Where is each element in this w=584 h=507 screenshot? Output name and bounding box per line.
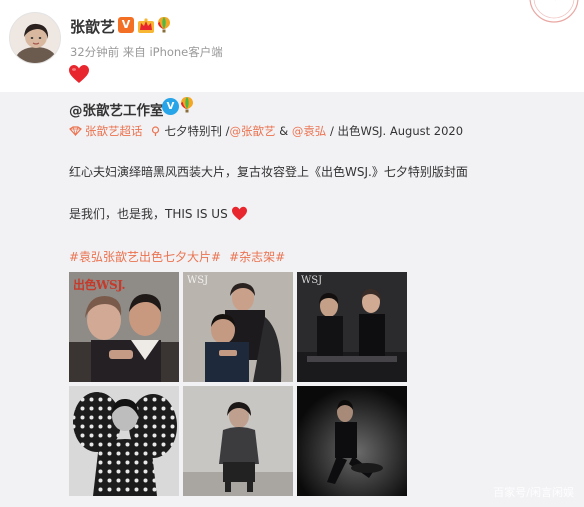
post-text-line: 红心夫妇演绎暗黑风西装大片，复古妆容登上《出色WSJ.》七夕特别版封面 (69, 165, 468, 179)
photo-thumbnail[interactable]: 出色WSJ. (69, 272, 179, 382)
photo-thumbnail[interactable] (297, 386, 407, 496)
photo-grid: 出色WSJ. WSJ WSJ (69, 272, 407, 502)
balloon-icon[interactable] (157, 16, 171, 34)
balloon-icon[interactable] (180, 96, 194, 114)
hashtag-link[interactable]: #袁弘张歆艺出色七夕大片# (69, 250, 221, 264)
verified-badge[interactable]: V (118, 17, 134, 33)
photo-thumbnail[interactable]: WSJ (183, 272, 293, 382)
mention-link[interactable]: @张歆艺 (230, 124, 276, 138)
hashtag-link[interactable]: #杂志架# (229, 250, 285, 264)
cover-title: WSJ (187, 275, 209, 286)
user-name[interactable]: 张歆艺 (70, 16, 115, 37)
post-text-line: 是我们，也是我，THIS IS US (69, 205, 248, 222)
cover-title: 出色WSJ. (73, 278, 126, 292)
magazine-issue: / 出色WSJ. August 2020 (329, 124, 464, 138)
cover-title: WSJ (301, 275, 323, 286)
post-header: 张歆艺 V 32分钟前 来自 iPhone客户端 (0, 0, 584, 92)
supertopic-icon (69, 125, 82, 137)
watermark: 百家号/闲言闲娱 (493, 486, 574, 499)
crown-icon[interactable] (137, 16, 155, 34)
heart-icon (68, 64, 90, 84)
avatar[interactable] (9, 12, 61, 64)
photo-thumbnail[interactable] (183, 386, 293, 496)
hashtag-row: #袁弘张歆艺出色七夕大片# #杂志架# (69, 248, 293, 265)
post-text: 是我们，也是我，THIS IS US (69, 207, 228, 221)
heart-icon (231, 206, 248, 221)
supertopic-link[interactable]: 张歆艺超话 (85, 124, 143, 138)
ampersand: & (279, 124, 289, 138)
mention-link[interactable]: @袁弘 (292, 124, 327, 138)
topic-line: 张歆艺超话 七夕特别刊 /@张歆艺 & @袁弘 / 出色WSJ. August … (69, 123, 463, 139)
repost-panel[interactable]: @张歆艺工作室 V 张歆艺超话 七夕特别刊 /@张歆艺 & @袁弘 / 出色WS… (0, 92, 584, 507)
issue-label: 七夕特别刊 (164, 124, 223, 138)
source-account-name[interactable]: @张歆艺工作室 (69, 99, 164, 119)
pin-icon (149, 125, 162, 136)
photo-thumbnail[interactable] (69, 386, 179, 496)
blue-verified-badge[interactable]: V (162, 98, 179, 115)
photo-thumbnail[interactable]: WSJ (297, 272, 407, 382)
post-meta: 32分钟前 来自 iPhone客户端 (70, 45, 223, 59)
stamp-icon (516, 0, 582, 26)
